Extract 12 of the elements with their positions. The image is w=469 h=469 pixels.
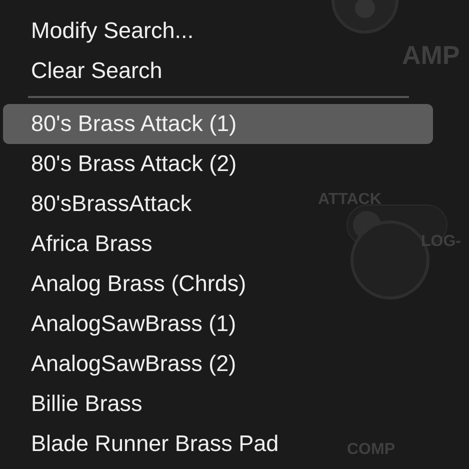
menu-item[interactable]: Billie Brass — [3, 384, 148, 424]
menu-item[interactable]: Analog Brass (Chrds) — [3, 264, 252, 304]
menu-item[interactable]: 80's Brass Attack (1) — [3, 104, 433, 144]
menu-item[interactable]: 80's Brass Attack (2) — [3, 144, 243, 184]
menu-item[interactable]: AnalogSawBrass (1) — [3, 304, 242, 344]
menu-item[interactable]: Modify Search... — [3, 11, 200, 51]
menu-item[interactable]: Clear Search — [3, 51, 168, 91]
menu-item[interactable]: 80'sBrassAttack — [3, 184, 198, 224]
menu-item[interactable]: Africa Brass — [3, 224, 158, 264]
knob-drawing — [330, 0, 400, 36]
menu-item[interactable]: AnalogSawBrass (2) — [3, 344, 242, 384]
menu-item[interactable]: Blade Runner Brass Pad — [3, 424, 285, 464]
